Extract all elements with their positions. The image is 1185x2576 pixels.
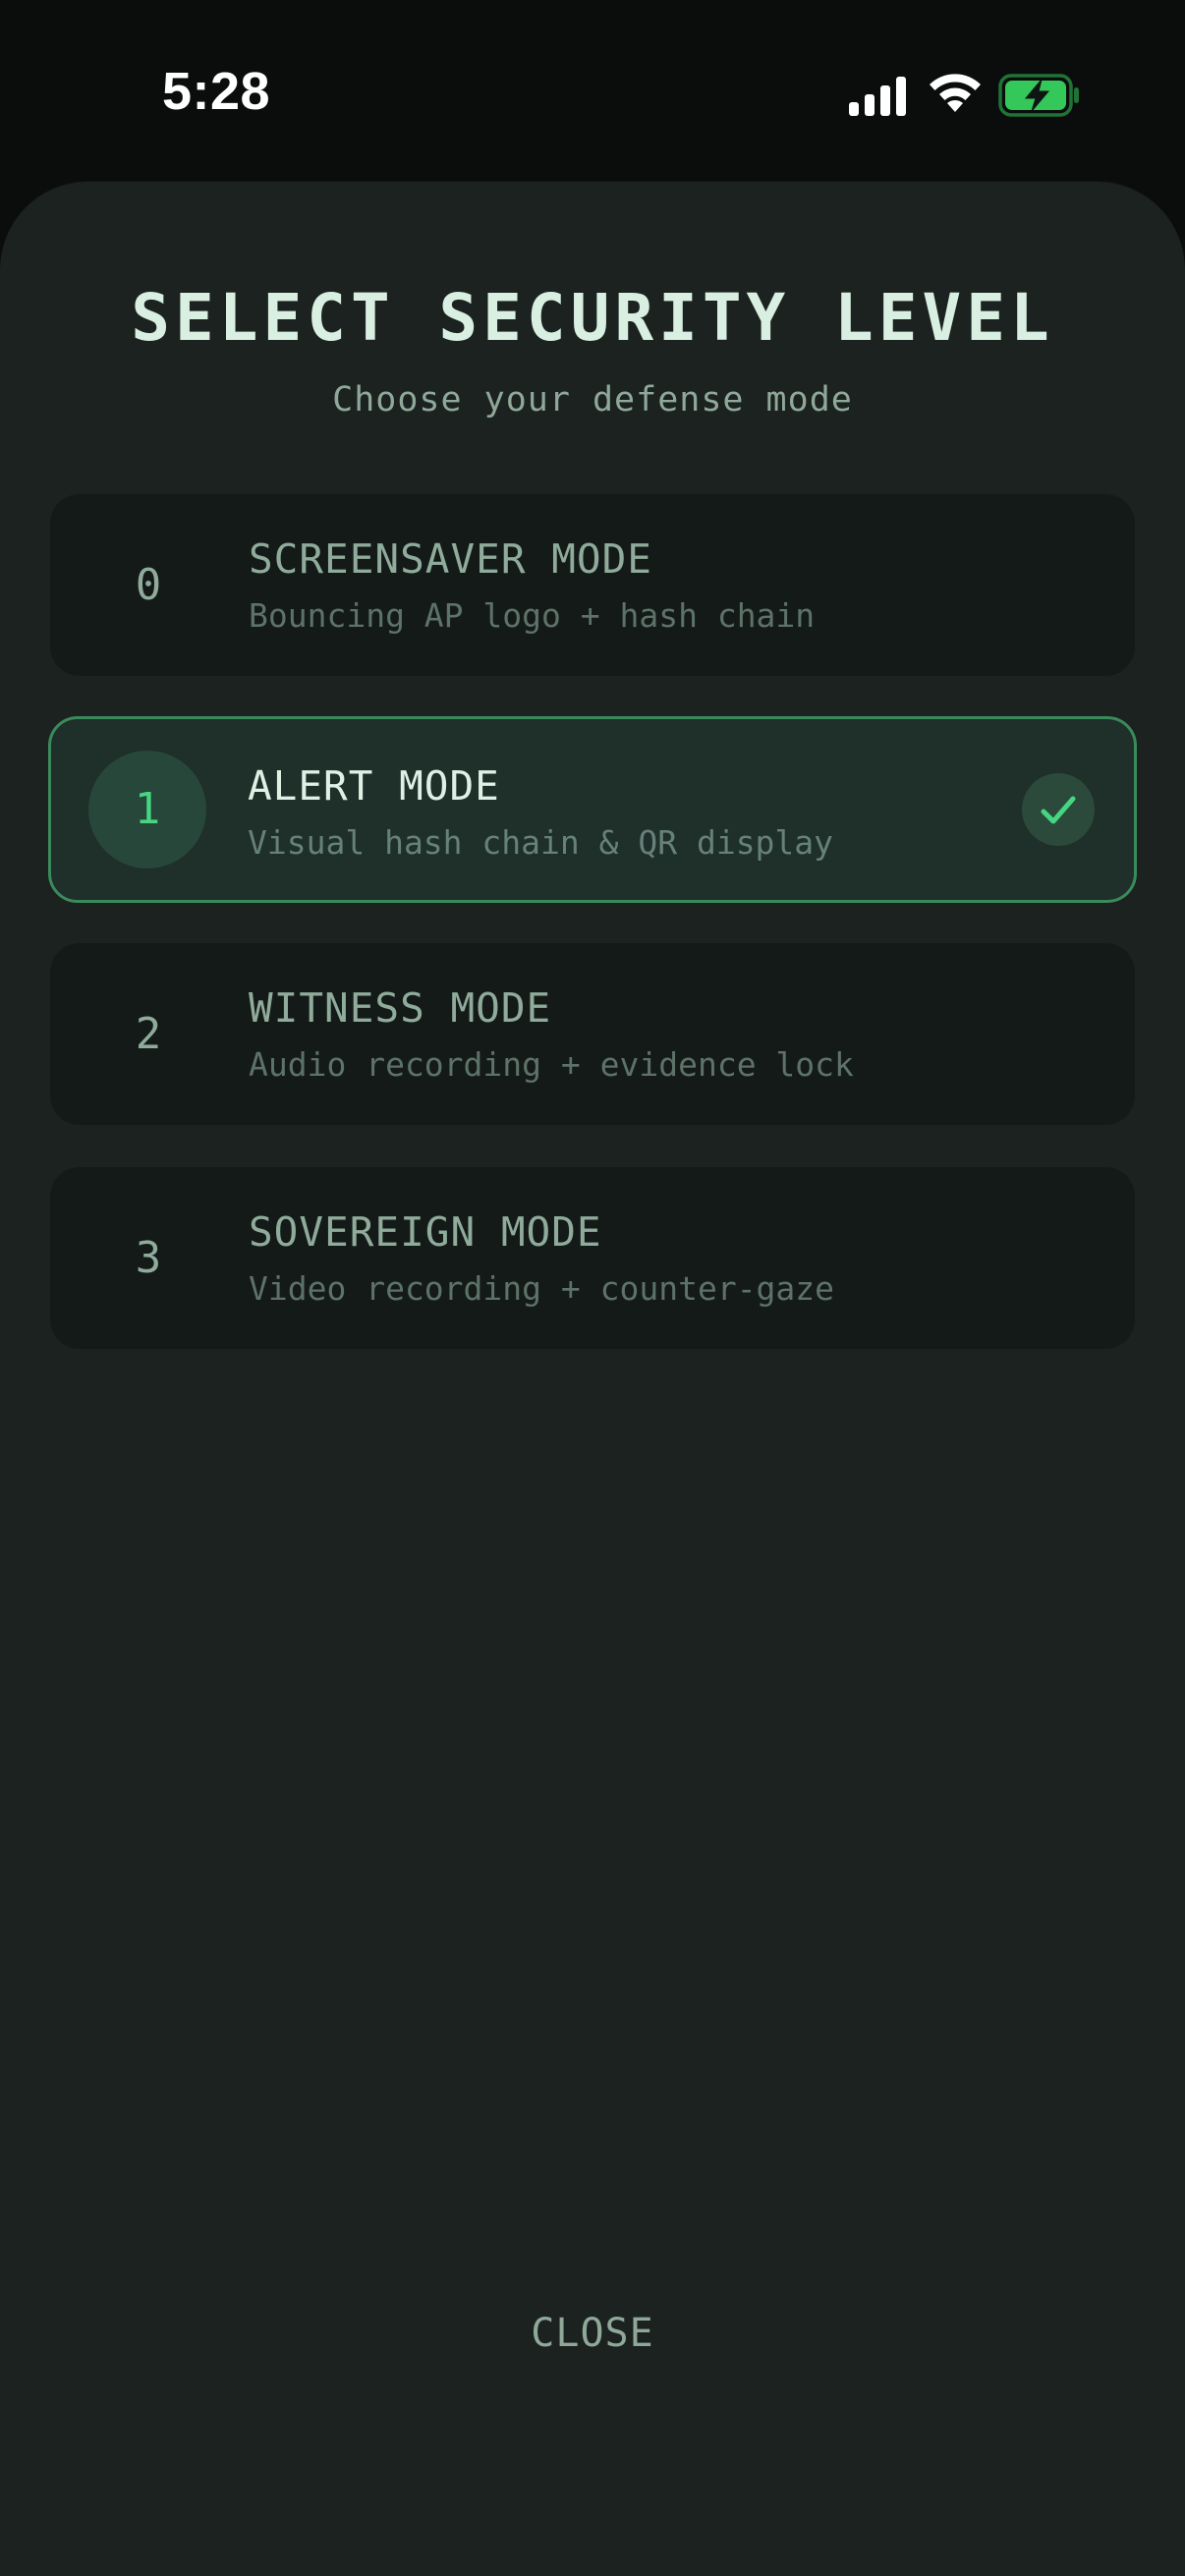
checkmark-icon — [1041, 796, 1076, 824]
mode-description: Bouncing AP logo + hash chain — [249, 596, 816, 635]
mode-option-alert[interactable]: 1 ALERT MODE Visual hash chain & QR disp… — [48, 716, 1137, 903]
mode-name: ALERT MODE — [248, 762, 500, 810]
battery-charging-icon — [998, 74, 1079, 117]
mode-level-number: 0 — [135, 559, 162, 610]
mode-option-witness[interactable]: 2 WITNESS MODE Audio recording + evidenc… — [50, 943, 1135, 1125]
mode-level-number: 1 — [88, 751, 206, 868]
security-level-screen: 5:28 SELECT SECURITY LEVEL Choose your d… — [0, 0, 1185, 2576]
mode-name: SOVEREIGN MODE — [249, 1208, 602, 1256]
mode-option-sovereign[interactable]: 3 SOVEREIGN MODE Video recording + count… — [50, 1167, 1135, 1349]
mode-description: Visual hash chain & QR display — [248, 823, 834, 862]
status-time: 5:28 — [162, 62, 271, 121]
mode-level-number: 2 — [135, 1008, 162, 1059]
sheet-subtitle: Choose your defense mode — [332, 380, 853, 420]
mode-name: WITNESS MODE — [249, 984, 552, 1032]
security-level-sheet: SELECT SECURITY LEVEL Choose your defens… — [0, 182, 1185, 2576]
selected-badge — [1022, 773, 1095, 846]
mode-description: Video recording + counter-gaze — [249, 1269, 835, 1308]
signal-icon — [849, 77, 906, 116]
mode-name: SCREENSAVER MODE — [249, 535, 652, 583]
wifi-icon — [930, 74, 981, 112]
mode-description: Audio recording + evidence lock — [249, 1045, 854, 1084]
mode-level-number: 3 — [135, 1232, 162, 1283]
status-bar: 5:28 — [0, 0, 1185, 187]
mode-option-screensaver[interactable]: 0 SCREENSAVER MODE Bouncing AP logo + ha… — [50, 494, 1135, 676]
sheet-title: SELECT SECURITY LEVEL — [131, 280, 1054, 356]
close-button[interactable]: CLOSE — [445, 2289, 740, 2378]
